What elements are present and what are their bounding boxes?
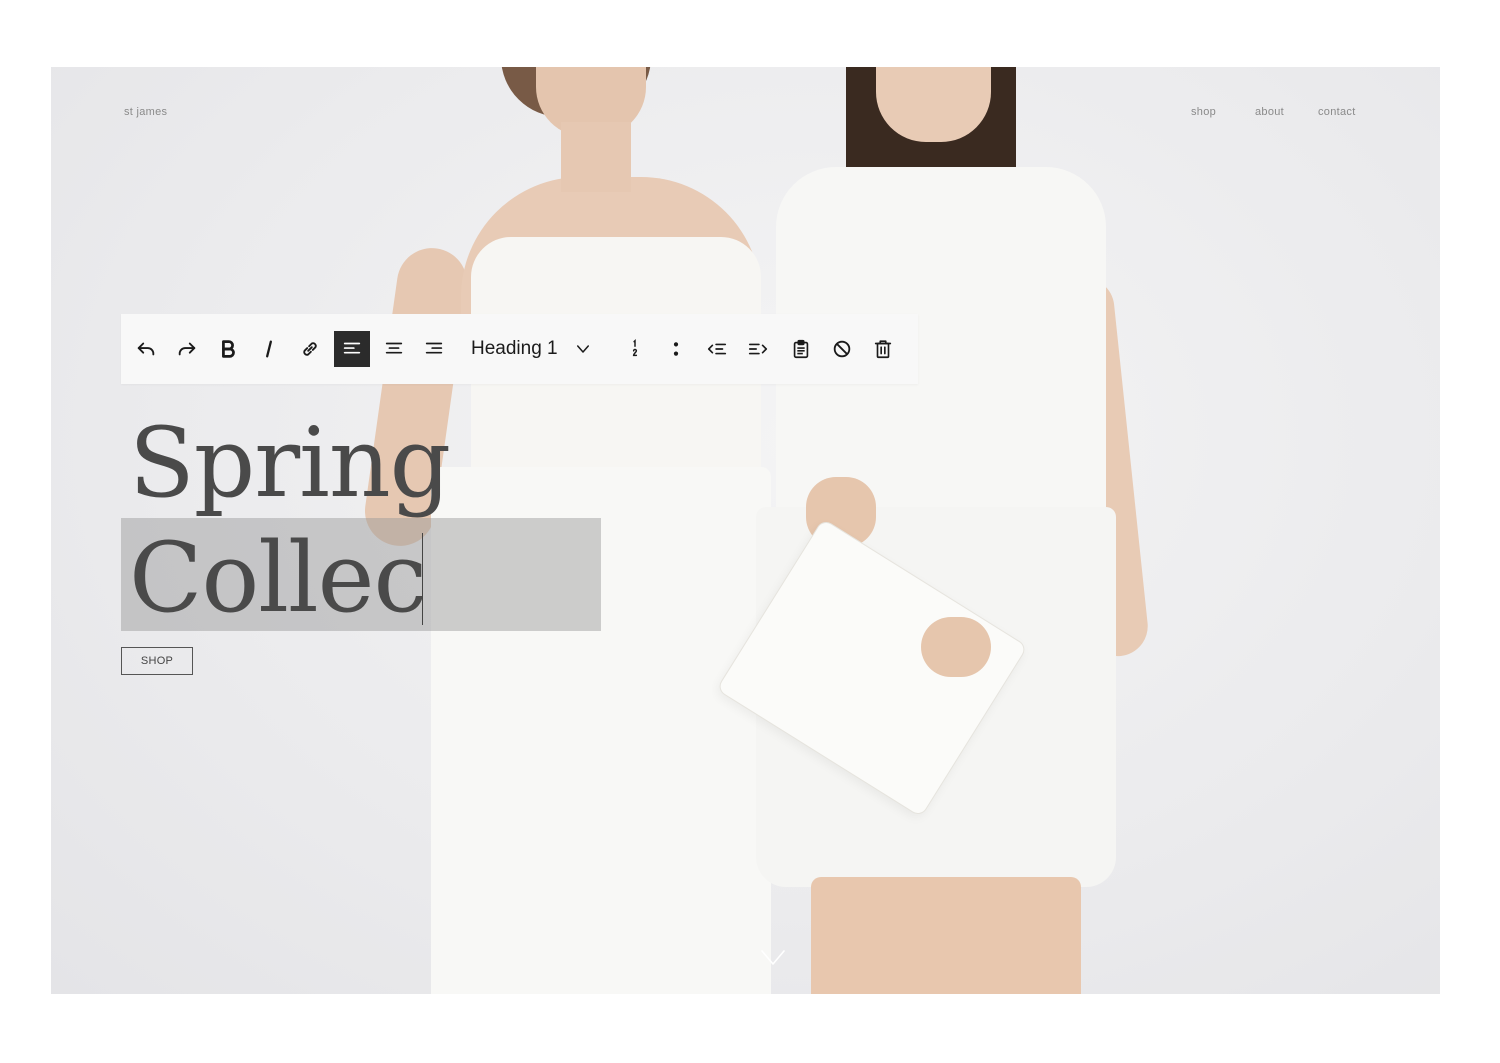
- scroll-down-chevron-icon[interactable]: [759, 947, 787, 969]
- delete-icon: [874, 340, 892, 359]
- site-brand[interactable]: st james: [124, 106, 167, 118]
- text-cursor: [422, 533, 423, 625]
- hero-photo-hand: [921, 617, 991, 677]
- undo-button[interactable]: [128, 331, 164, 367]
- hero-photo-legs-right: [811, 877, 1081, 994]
- text-editor-toolbar: Heading 1: [121, 314, 918, 384]
- align-left-button[interactable]: [334, 331, 370, 367]
- bold-icon: [222, 340, 235, 358]
- redo-button[interactable]: [169, 331, 205, 367]
- unordered-list-button[interactable]: [658, 331, 694, 367]
- link-icon: [303, 342, 317, 356]
- ordered-list-icon: [632, 338, 638, 357]
- indent-button[interactable]: [740, 331, 776, 367]
- outdent-icon: [707, 343, 727, 355]
- outdent-button[interactable]: [699, 331, 735, 367]
- clear-format-icon: [833, 340, 851, 358]
- align-left-icon: [343, 342, 361, 354]
- paste-button[interactable]: [783, 331, 819, 367]
- align-right-icon: [425, 342, 443, 354]
- nav-link-about[interactable]: about: [1255, 106, 1284, 118]
- italic-button[interactable]: [251, 331, 287, 367]
- indent-icon: [748, 343, 768, 355]
- heading-style-value: Heading 1: [471, 338, 558, 359]
- clear-format-button[interactable]: [824, 331, 860, 367]
- chevron-down-icon: [576, 345, 589, 353]
- paste-icon: [793, 339, 809, 359]
- align-center-button[interactable]: [376, 331, 412, 367]
- link-button[interactable]: [292, 331, 328, 367]
- unordered-list-icon: [673, 342, 679, 356]
- italic-icon: [266, 340, 272, 358]
- hero-headline-line1[interactable]: Spring: [129, 415, 451, 511]
- redo-icon: [178, 342, 196, 356]
- hero-headline-line2[interactable]: Collec: [129, 530, 427, 626]
- shop-button[interactable]: SHOP: [121, 647, 193, 675]
- align-center-icon: [385, 342, 403, 354]
- hero-section: st james shop about contact Heading 1 Sp…: [51, 67, 1440, 994]
- hero-photo-neck-left: [561, 122, 631, 192]
- delete-button[interactable]: [865, 331, 901, 367]
- align-right-button[interactable]: [416, 331, 452, 367]
- heading-style-select[interactable]: Heading 1: [471, 333, 592, 365]
- nav-link-contact[interactable]: contact: [1318, 106, 1356, 118]
- ordered-list-button[interactable]: [617, 331, 653, 367]
- bold-button[interactable]: [210, 331, 246, 367]
- nav-link-shop[interactable]: shop: [1191, 106, 1216, 118]
- undo-icon: [137, 342, 155, 356]
